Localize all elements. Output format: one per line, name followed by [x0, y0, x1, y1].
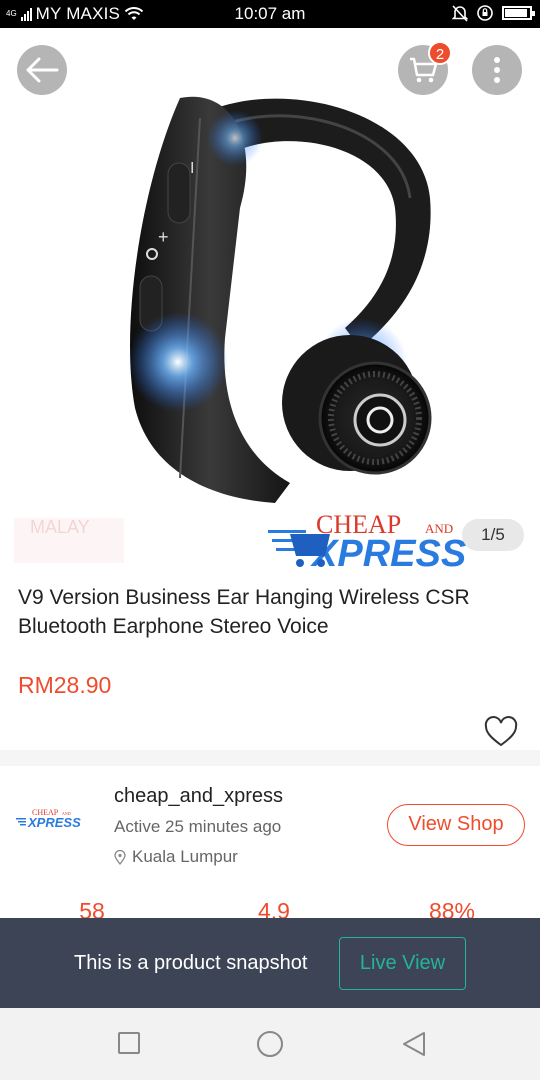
- status-bar: 4G MY MAXIS 10:07 am: [0, 0, 540, 28]
- section-divider: [0, 750, 540, 766]
- snapshot-banner: This is a product snapshot Live View: [0, 918, 540, 1008]
- rotation-lock-icon: [477, 5, 493, 21]
- cart-button[interactable]: 2: [398, 41, 452, 95]
- product-title: V9 Version Business Ear Hanging Wireless…: [18, 586, 470, 638]
- product-image-gallery[interactable]: I + CHEAP AND XPRESS MALAY 2 1/5: [0, 28, 540, 568]
- recent-apps-icon[interactable]: [116, 1030, 144, 1058]
- stat-chat-response: 88%: [428, 898, 476, 920]
- cart-count-badge: 2: [428, 41, 452, 65]
- shop-location: Kuala Lumpur: [114, 847, 238, 867]
- location-pin-icon: [114, 849, 126, 865]
- more-options-button[interactable]: [472, 45, 522, 95]
- svg-text:I: I: [190, 160, 194, 177]
- arrow-left-icon: [26, 57, 59, 83]
- shop-logo[interactable]: CHEAP AND XPRESS: [16, 808, 100, 830]
- stat-products: 58: [79, 898, 105, 920]
- home-icon[interactable]: [256, 1030, 284, 1058]
- more-vertical-icon: [494, 57, 500, 83]
- stat-rating: 4.9: [258, 898, 290, 920]
- view-shop-button[interactable]: View Shop: [387, 804, 525, 846]
- shop-name[interactable]: cheap_and_xpress: [114, 785, 283, 808]
- battery-icon: [502, 6, 535, 20]
- svg-text:+: +: [158, 227, 169, 247]
- heart-icon[interactable]: [484, 716, 518, 750]
- back-triangle-icon[interactable]: [400, 1030, 428, 1058]
- back-button[interactable]: [17, 45, 67, 95]
- shop-active-status: Active 25 minutes ago: [114, 817, 282, 836]
- shop-stats: 58 4.9 88%: [0, 898, 540, 920]
- live-view-button[interactable]: Live View: [339, 937, 466, 990]
- status-right: [452, 4, 535, 22]
- svg-text:XPRESS: XPRESS: [27, 815, 81, 830]
- mute-bell-icon: [452, 5, 468, 22]
- svg-text:XPRESS: XPRESS: [310, 533, 466, 568]
- image-counter: 1/5: [462, 519, 524, 551]
- earphone-product-image: I + CHEAP AND XPRESS MALAY: [14, 96, 466, 568]
- product-price: RM28.90: [18, 672, 112, 698]
- system-nav-bar: [0, 1008, 540, 1080]
- shop-location-text: Kuala Lumpur: [132, 847, 238, 866]
- snapshot-message: This is a product snapshot: [74, 952, 308, 974]
